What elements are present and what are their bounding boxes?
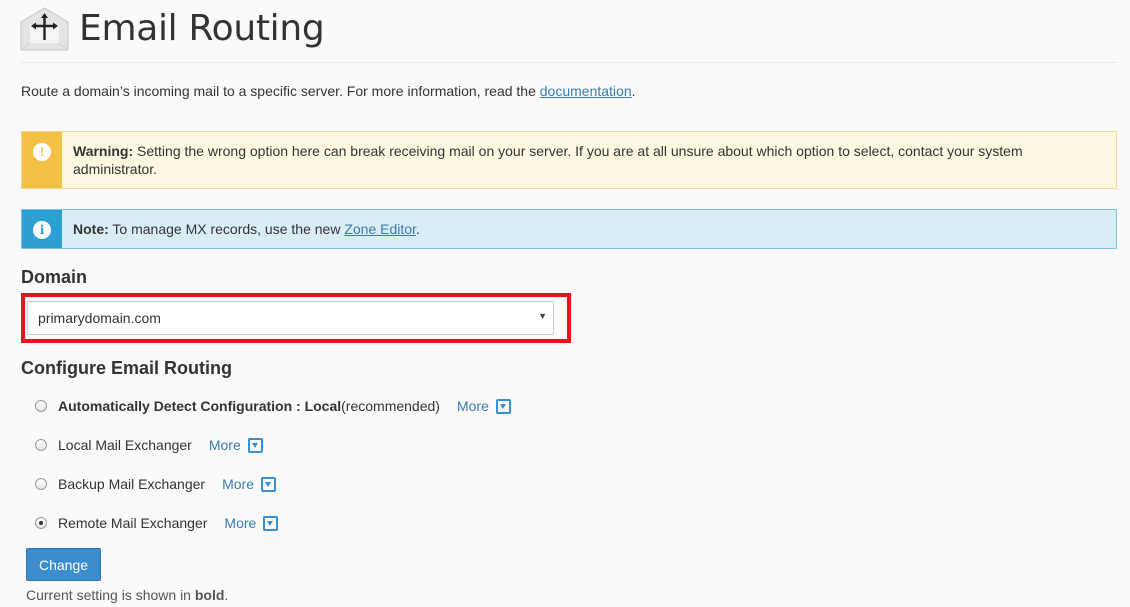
option-backup-mx: Backup Mail Exchanger More <box>35 476 276 492</box>
note-text: To manage MX records, use the new <box>108 221 345 237</box>
local-mx-label: Local Mail Exchanger <box>58 437 192 453</box>
info-icon: i <box>33 221 51 239</box>
local-mx-radio[interactable] <box>35 439 47 451</box>
intro-suffix: . <box>631 83 636 99</box>
backup-mx-radio[interactable] <box>35 478 47 490</box>
domain-label: Domain <box>21 267 88 287</box>
warning-icon: ! <box>33 143 51 161</box>
remote-mx-radio[interactable] <box>35 517 47 529</box>
warning-text: Setting the wrong option here can break … <box>73 143 1023 177</box>
footnote-prefix: Current setting is shown in <box>26 587 195 603</box>
more-label: More <box>456 398 489 414</box>
expand-chevron-icon[interactable] <box>495 398 511 414</box>
option-local-mx: Local Mail Exchanger More <box>35 437 263 453</box>
note-alert: i Note: To manage MX records, use the ne… <box>21 209 1117 249</box>
zone-editor-link[interactable]: Zone Editor <box>344 221 416 237</box>
remote-mx-label: Remote Mail Exchanger <box>58 515 208 531</box>
warning-label: Warning: <box>73 143 134 159</box>
domain-select[interactable]: primarydomain.com ▼ <box>27 301 554 335</box>
note-label: Note: <box>73 221 109 237</box>
more-label: More <box>224 515 257 531</box>
footnote-bold: bold <box>194 587 225 603</box>
auto-detect-label: Automatically Detect Configuration : Loc… <box>58 398 342 414</box>
local-mx-more-link[interactable]: More <box>209 437 263 453</box>
footnote-suffix: . <box>224 587 229 603</box>
more-label: More <box>222 476 254 492</box>
title-divider <box>20 62 1117 63</box>
configure-routing-label: Configure Email Routing <box>21 358 232 378</box>
warning-alert-side: ! <box>22 132 62 188</box>
note-alert-side: i <box>22 210 62 248</box>
domain-select-value: primarydomain.com <box>38 310 161 326</box>
note-message: Note: To manage MX records, use the new … <box>62 210 432 248</box>
option-remote-mx: Remote Mail Exchanger More <box>35 515 279 531</box>
remote-mx-more-link[interactable]: More <box>224 515 279 531</box>
documentation-link[interactable]: documentation <box>540 83 632 99</box>
intro-sentence: Route a domain’s incoming mail to a spec… <box>21 83 540 99</box>
change-button[interactable]: Change <box>26 548 101 581</box>
auto-detect-more-link[interactable]: More <box>457 398 511 414</box>
email-routing-page: Email Routing Route a domain’s incoming … <box>0 0 1130 607</box>
backup-mx-label: Backup Mail Exchanger <box>58 476 206 492</box>
expand-chevron-icon[interactable] <box>263 515 279 531</box>
auto-detect-radio[interactable] <box>35 400 47 412</box>
intro-text: Route a domain’s incoming mail to a spec… <box>21 83 636 99</box>
page-title: Email Routing <box>79 8 325 49</box>
backup-mx-more-link[interactable]: More <box>222 476 276 492</box>
more-label: More <box>208 437 241 453</box>
email-routing-icon <box>20 6 69 51</box>
current-setting-footnote: Current setting is shown in bold. <box>26 587 228 603</box>
warning-alert: ! Warning: Setting the wrong option here… <box>21 131 1117 189</box>
note-suffix: . <box>415 221 420 237</box>
dropdown-caret-icon: ▼ <box>538 311 547 321</box>
option-auto-detect: Automatically Detect Configuration : Loc… <box>35 398 511 414</box>
page-header: Email Routing <box>20 6 325 51</box>
warning-message: Warning: Setting the wrong option here c… <box>62 132 1116 188</box>
expand-chevron-icon[interactable] <box>247 437 263 453</box>
auto-detect-suffix: (recommended) <box>341 398 440 414</box>
expand-chevron-icon[interactable] <box>260 476 276 492</box>
